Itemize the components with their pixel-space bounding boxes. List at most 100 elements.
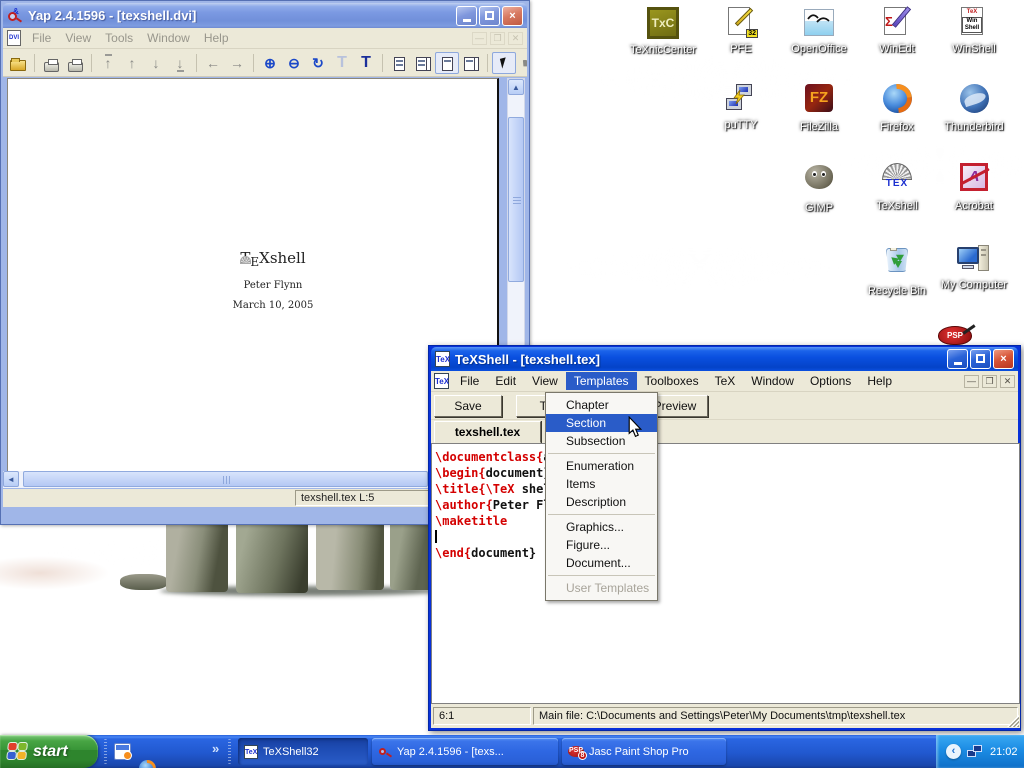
- texshell-titlebar[interactable]: TeX TeXShell - [texshell.tex] ×: [431, 347, 1018, 371]
- back-button[interactable]: ←: [201, 52, 225, 74]
- scroll-up-button[interactable]: ▲: [508, 79, 524, 95]
- print-setup-button[interactable]: [63, 52, 87, 74]
- texshell-menu-edit[interactable]: Edit: [487, 372, 524, 390]
- desktop-icon-pfe[interactable]: 32 PFE: [703, 6, 779, 55]
- editor-content[interactable]: \documentclass{article}\begin{document}\…: [431, 443, 1020, 704]
- yap-titlebar[interactable]: & Yap 2.4.1596 - [texshell.dvi] ×: [3, 3, 527, 28]
- menu-item-items[interactable]: Items: [546, 475, 657, 493]
- refresh-button[interactable]: ↻: [306, 52, 330, 74]
- mdi-close-icon[interactable]: ✕: [508, 32, 523, 45]
- desktop-icon-texshell[interactable]: TEX TeXshell: [859, 161, 935, 212]
- facing-page-view-button[interactable]: [411, 52, 435, 74]
- horizontal-scroll-thumb[interactable]: [23, 471, 428, 487]
- first-page-button[interactable]: ↑: [96, 52, 120, 74]
- tab-texshell-tex[interactable]: texshell.tex: [434, 421, 541, 443]
- yap-menu-tools[interactable]: Tools: [98, 29, 140, 47]
- menu-item-user-templates[interactable]: User Templates: [546, 579, 657, 597]
- desktop-icon-thunderbird[interactable]: Thunderbird: [936, 82, 1012, 133]
- desktop-icon-openoffice[interactable]: OpenOffice: [781, 6, 857, 55]
- scroll-left-button[interactable]: ◄: [3, 471, 19, 487]
- facing-ruler-view-button[interactable]: [459, 52, 483, 74]
- hand-tool-button[interactable]: ☛: [516, 52, 527, 74]
- mdi-restore-icon[interactable]: ❐: [982, 375, 997, 388]
- desktop-icon-winedt[interactable]: Σ WinEdt: [859, 6, 935, 55]
- tray-collapse-chevron[interactable]: ‹: [946, 744, 961, 759]
- yap-maximize-button[interactable]: [479, 6, 500, 26]
- desktop-icon-filezilla[interactable]: FZ FileZilla: [781, 82, 857, 133]
- code-line[interactable]: \end{document}: [435, 545, 1016, 561]
- texshell-menu-help[interactable]: Help: [859, 372, 900, 390]
- desktop-icon-gimp[interactable]: GIMP: [781, 161, 857, 214]
- select-tool-button[interactable]: [492, 52, 516, 74]
- yap-menu-window[interactable]: Window: [140, 29, 197, 47]
- print-button[interactable]: [39, 52, 63, 74]
- mdi-minimize-icon[interactable]: —: [472, 32, 487, 45]
- desktop-icon-firefox[interactable]: Firefox: [859, 82, 935, 133]
- yap-menu-help[interactable]: Help: [197, 29, 236, 47]
- text-outline-mode-button[interactable]: T: [330, 52, 354, 74]
- vertical-scroll-thumb[interactable]: [508, 117, 524, 282]
- taskbar-button-paintshoppro[interactable]: PSP8 Jasc Paint Shop Pro: [562, 738, 726, 765]
- zoom-in-icon: ⊕: [264, 55, 276, 71]
- text-render-mode-button[interactable]: T: [354, 52, 378, 74]
- menu-item-graphics[interactable]: Graphics...: [546, 518, 657, 536]
- desktop-icon-acrobat[interactable]: A Acrobat: [936, 161, 1012, 212]
- taskbar-button-yap[interactable]: Yap 2.4.1596 - [texs...: [372, 738, 558, 765]
- firefox-quicklaunch-icon[interactable]: [139, 760, 156, 768]
- texshell-menu-window[interactable]: Window: [743, 372, 802, 390]
- save-button[interactable]: Save: [434, 395, 502, 417]
- yap-close-button[interactable]: ×: [502, 6, 523, 26]
- texshell-menu-toolboxes[interactable]: Toolboxes: [637, 372, 707, 390]
- menu-item-figure[interactable]: Figure...: [546, 536, 657, 554]
- texniccenter-icon: TxC: [647, 7, 679, 39]
- code-line[interactable]: \title{\TeX shell}: [435, 481, 1016, 497]
- single-page-view-button[interactable]: [387, 52, 411, 74]
- desktop-icon-recycle-bin[interactable]: Recycle Bin: [859, 242, 935, 297]
- mdi-minimize-icon[interactable]: —: [964, 375, 979, 388]
- menu-item-description[interactable]: Description: [546, 493, 657, 511]
- outlook-express-icon[interactable]: [114, 743, 131, 760]
- last-page-button[interactable]: ↓: [168, 52, 192, 74]
- texshell-menu-options[interactable]: Options: [802, 372, 859, 390]
- code-line[interactable]: \author{Peter Flynn}: [435, 497, 1016, 513]
- quick-launch-overflow-chevron[interactable]: »: [212, 741, 219, 756]
- open-file-button[interactable]: [6, 52, 30, 74]
- taskbar-button-texshell32[interactable]: TeX TeXShell32: [238, 738, 368, 765]
- code-line[interactable]: \begin{document}: [435, 465, 1016, 481]
- desktop-icon-winshell[interactable]: TeX Win Shell WinShell: [936, 6, 1012, 55]
- yap-minimize-button[interactable]: [456, 6, 477, 26]
- code-line[interactable]: [435, 529, 1016, 545]
- mdi-close-icon[interactable]: ✕: [1000, 375, 1015, 388]
- texshell-minimize-button[interactable]: [947, 349, 968, 369]
- texshell-menu-file[interactable]: File: [452, 372, 487, 390]
- zoom-out-button[interactable]: ⊖: [282, 52, 306, 74]
- texshell-close-button[interactable]: ×: [993, 349, 1014, 369]
- network-status-icon[interactable]: [967, 744, 984, 759]
- texshell-menu-tex[interactable]: TeX: [707, 372, 744, 390]
- desktop-icon-psp[interactable]: PSP: [938, 326, 974, 346]
- code-line[interactable]: \documentclass{article}: [435, 449, 1016, 465]
- previous-page-button[interactable]: ↑: [120, 52, 144, 74]
- texshell-menu-view[interactable]: View: [524, 372, 566, 390]
- tiny-shell-icon: [240, 256, 251, 264]
- start-button[interactable]: start: [0, 735, 98, 768]
- desktop-icon-putty[interactable]: puTTY: [703, 82, 779, 131]
- menu-item-chapter[interactable]: Chapter: [546, 396, 657, 414]
- menu-item-document[interactable]: Document...: [546, 554, 657, 572]
- page-with-ruler-view-button[interactable]: [435, 52, 459, 74]
- code-line[interactable]: \maketitle: [435, 513, 1016, 529]
- mdi-restore-icon[interactable]: ❐: [490, 32, 505, 45]
- desktop-icon-texniccenter[interactable]: TxC TeXnicCenter: [625, 6, 701, 56]
- zoom-in-button[interactable]: ⊕: [258, 52, 282, 74]
- next-page-button[interactable]: ↓: [144, 52, 168, 74]
- recycle-bin-body: [886, 248, 908, 272]
- texshell-menu-templates[interactable]: Templates: [566, 372, 637, 390]
- yap-menu-view[interactable]: View: [58, 29, 98, 47]
- forward-button[interactable]: →: [225, 52, 249, 74]
- yap-menu-file[interactable]: File: [25, 29, 58, 47]
- menu-item-enumeration[interactable]: Enumeration: [546, 457, 657, 475]
- yap-document-area[interactable]: TEXshell Peter Flynn March 10, 2005: [7, 78, 499, 488]
- desktop-icon-my-computer[interactable]: My Computer: [936, 242, 1012, 291]
- texshell-maximize-button[interactable]: [970, 349, 991, 369]
- resize-grip[interactable]: [1007, 715, 1019, 727]
